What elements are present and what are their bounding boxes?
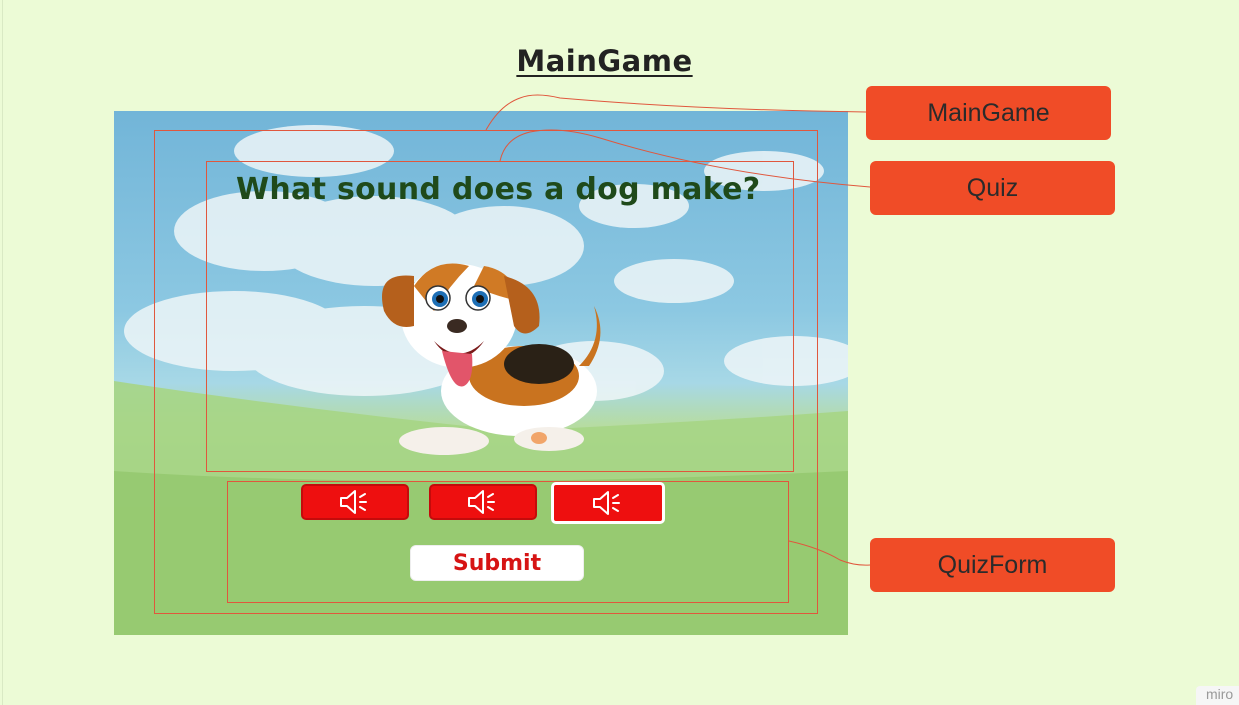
label-maingame[interactable]: MainGame — [866, 86, 1111, 140]
quiz-frame — [206, 161, 794, 472]
miro-watermark: miro — [1196, 686, 1239, 705]
label-quiz[interactable]: Quiz — [870, 161, 1115, 215]
label-quizform[interactable]: QuizForm — [870, 538, 1115, 592]
quizform-frame — [227, 481, 789, 603]
diagram-title: MainGame — [516, 44, 693, 78]
